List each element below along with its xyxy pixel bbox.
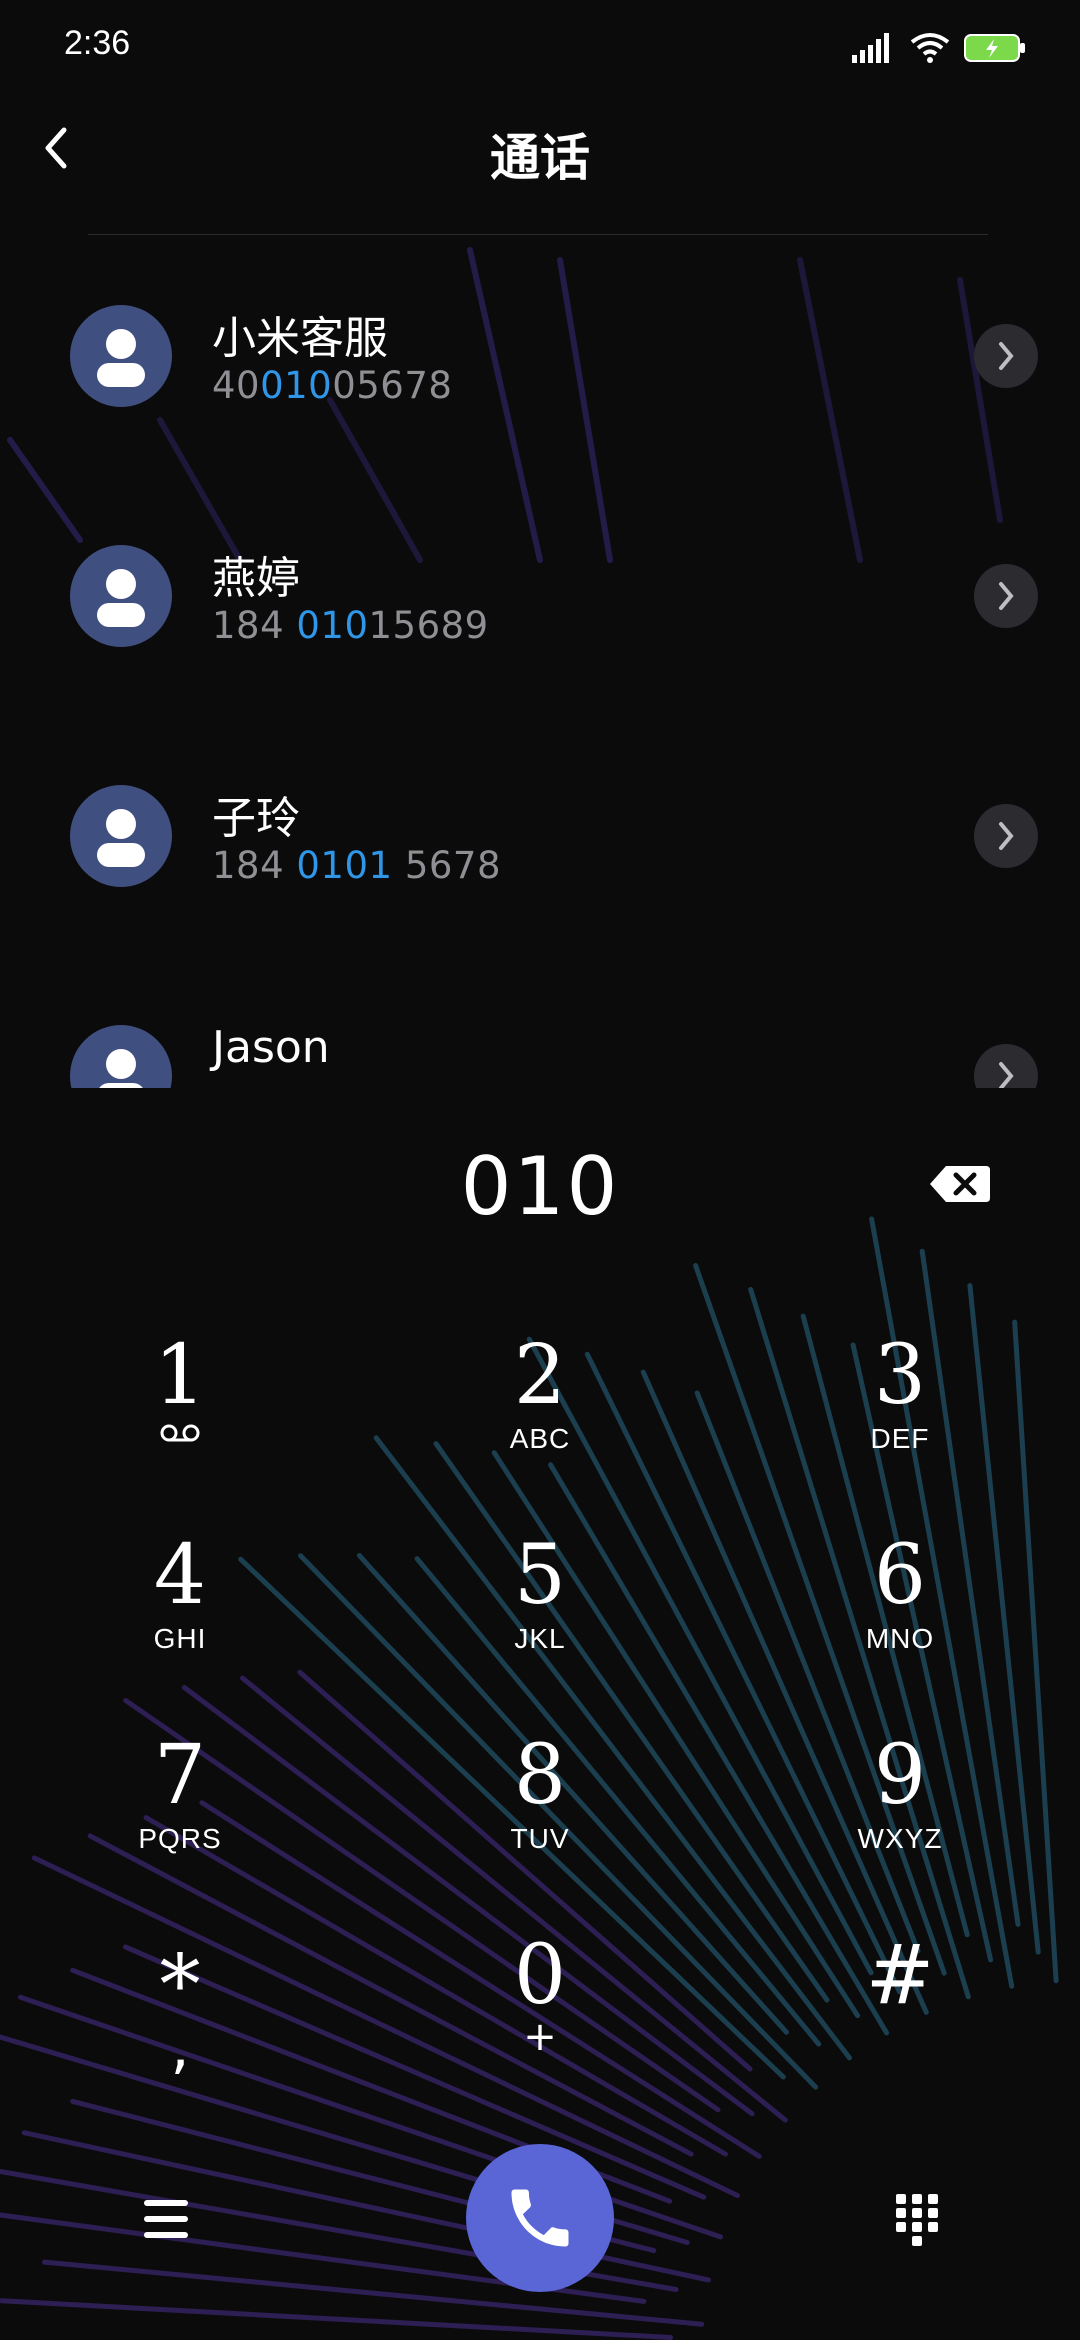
- avatar: [70, 545, 172, 647]
- contact-row[interactable]: Jason: [0, 956, 1080, 1088]
- contact-detail-button[interactable]: [974, 1044, 1038, 1088]
- menu-icon: [144, 2200, 188, 2238]
- contact-number: 184 0101 5678: [212, 844, 501, 887]
- key-1[interactable]: 1: [60, 1330, 300, 1520]
- battery-icon: [964, 34, 1025, 62]
- status-icons: [852, 28, 1026, 68]
- avatar: [70, 785, 172, 887]
- contact-name: 小米客服: [212, 313, 388, 364]
- key-5[interactable]: 5 JKL: [420, 1530, 660, 1720]
- key-0[interactable]: 0 +: [420, 1930, 660, 2120]
- contact-list[interactable]: 小米客服 4001005678 燕婷 184 01015689 子玲 184 0…: [0, 236, 1080, 1088]
- chevron-right-icon: [999, 582, 1014, 610]
- wifi-icon: [910, 33, 950, 63]
- contact-detail-button[interactable]: [974, 564, 1038, 628]
- backspace-button[interactable]: [928, 1160, 992, 1208]
- dialpad-icon: [896, 2194, 938, 2246]
- number-match-highlight: 010: [260, 364, 333, 407]
- key-7[interactable]: 7 PQRS: [60, 1730, 300, 1920]
- header-divider: [88, 234, 988, 235]
- contact-detail-button[interactable]: [974, 324, 1038, 388]
- chevron-right-icon: [999, 822, 1014, 850]
- voicemail-icon: [160, 1424, 200, 1442]
- contact-detail-button[interactable]: [974, 804, 1038, 868]
- signal-icon: [852, 33, 889, 63]
- contact-row[interactable]: 小米客服 4001005678: [0, 236, 1080, 476]
- call-button[interactable]: [466, 2144, 614, 2292]
- avatar: [70, 305, 172, 407]
- key-9[interactable]: 9 WXYZ: [780, 1730, 1020, 1920]
- dialpad-toggle-button[interactable]: [892, 2190, 942, 2250]
- key-2[interactable]: 2 ABC: [420, 1330, 660, 1520]
- number-match-highlight: 0101: [296, 844, 393, 887]
- avatar: [70, 1025, 172, 1088]
- contact-row[interactable]: 燕婷 184 01015689: [0, 476, 1080, 716]
- key-8[interactable]: 8 TUV: [420, 1730, 660, 1920]
- status-bar: 2:36: [0, 0, 1080, 96]
- key-3[interactable]: 3 DEF: [780, 1330, 1020, 1520]
- backspace-icon: [930, 1166, 990, 1202]
- contact-number: 4001005678: [212, 364, 453, 407]
- contact-row[interactable]: 子玲 184 0101 5678: [0, 716, 1080, 956]
- key-4[interactable]: 4 GHI: [60, 1530, 300, 1720]
- key-star[interactable]: * ,: [60, 1940, 300, 2130]
- status-time: 2:36: [64, 24, 131, 62]
- dial-input-display: 010: [460, 1140, 620, 1233]
- contact-name: 子玲: [212, 793, 300, 844]
- chevron-right-icon: [999, 1062, 1014, 1088]
- header: 通话: [0, 96, 1080, 236]
- contact-name: Jason: [212, 1022, 330, 1073]
- contact-number: 184 01015689: [212, 604, 489, 647]
- menu-button[interactable]: [136, 2192, 196, 2246]
- contact-name: 燕婷: [212, 553, 300, 604]
- key-6[interactable]: 6 MNO: [780, 1530, 1020, 1720]
- key-hash[interactable]: #: [780, 1930, 1020, 2120]
- page-title: 通话: [490, 129, 590, 187]
- phone-icon: [511, 2189, 569, 2247]
- chevron-right-icon: [999, 342, 1014, 370]
- number-match-highlight: 010: [296, 604, 369, 647]
